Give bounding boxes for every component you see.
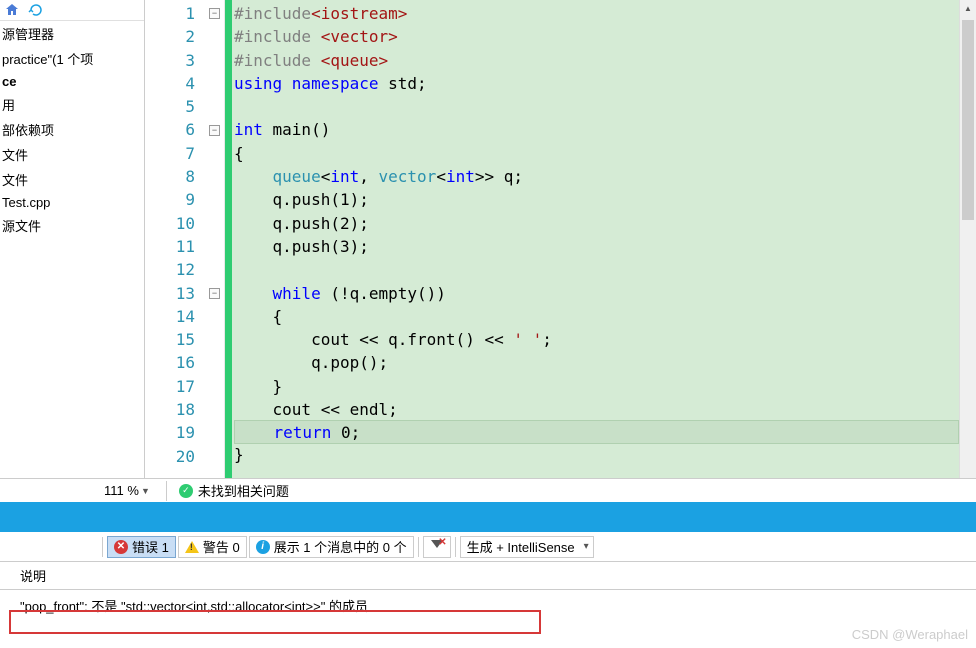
grid-header-description[interactable]: 说明: [0, 562, 976, 590]
zoom-value: 111 %: [104, 483, 139, 498]
sidebar-item[interactable]: 源文件: [0, 213, 144, 238]
warnings-count: 警告 0: [203, 537, 240, 556]
code-content[interactable]: #include<iostream>#include <vector>#incl…: [232, 0, 959, 478]
sidebar-item[interactable]: 文件: [0, 167, 144, 192]
panel-divider: [0, 502, 976, 532]
sidebar-item[interactable]: ce: [0, 71, 144, 92]
sidebar-item[interactable]: 用: [0, 92, 144, 117]
filter-clear-icon: ✕: [430, 540, 444, 554]
no-issues-label: 未找到相关问题: [198, 481, 289, 500]
info-icon: i: [256, 540, 270, 554]
messages-filter-button[interactable]: i 展示 1 个消息中的 0 个: [249, 536, 414, 558]
chevron-down-icon: ▼: [141, 486, 150, 496]
no-issues-status[interactable]: ✓ 未找到相关问题: [179, 481, 289, 500]
scrollbar-thumb[interactable]: [962, 20, 974, 220]
fold-gutter[interactable]: − − −: [205, 0, 225, 478]
error-icon: ✕: [114, 540, 128, 554]
zoom-dropdown[interactable]: 111 % ▼: [100, 481, 154, 500]
watermark: CSDN @Weraphael: [852, 627, 968, 642]
project-node[interactable]: practice"(1 个项: [0, 46, 144, 71]
errors-count: 错误 1: [132, 537, 169, 556]
warning-icon: [185, 541, 199, 553]
solution-explorer: 源管理器 practice"(1 个项 ce用部依赖项文件文件Test.cpp源…: [0, 0, 145, 478]
fold-toggle[interactable]: −: [209, 288, 220, 299]
errors-filter-button[interactable]: ✕ 错误 1: [107, 536, 176, 558]
home-icon[interactable]: [4, 2, 20, 18]
scroll-up-arrow[interactable]: ▲: [960, 0, 976, 17]
build-dropdown-label: 生成 + IntelliSense: [467, 537, 575, 556]
error-list-panel: ✕ 错误 1 警告 0 i 展示 1 个消息中的 0 个 ✕ 生成 + Inte…: [0, 532, 976, 621]
clear-filter-button[interactable]: ✕: [423, 536, 451, 558]
vertical-scrollbar[interactable]: ▲: [959, 0, 976, 478]
sidebar-item[interactable]: 文件: [0, 142, 144, 167]
warnings-filter-button[interactable]: 警告 0: [178, 536, 247, 558]
sidebar-item[interactable]: Test.cpp: [0, 192, 144, 213]
code-editor[interactable]: 1234567891011121314151617181920 − − − #inc…: [145, 0, 976, 478]
fold-toggle[interactable]: −: [209, 8, 220, 19]
change-indicator-bar: [225, 0, 232, 478]
editor-status-bar: 111 % ▼ ✓ 未找到相关问题: [0, 478, 976, 502]
error-row[interactable]: "pop_front": 不是 "std::vector<int,std::al…: [0, 590, 976, 621]
error-toolbar: ✕ 错误 1 警告 0 i 展示 1 个消息中的 0 个 ✕ 生成 + Inte…: [0, 532, 976, 562]
sidebar-item[interactable]: 部依赖项: [0, 117, 144, 142]
checkmark-icon: ✓: [179, 484, 193, 498]
explorer-title: 源管理器: [0, 21, 144, 46]
refresh-icon[interactable]: [28, 2, 44, 18]
fold-toggle[interactable]: −: [209, 125, 220, 136]
build-source-dropdown[interactable]: 生成 + IntelliSense: [460, 536, 594, 558]
line-number-gutter: 1234567891011121314151617181920: [145, 0, 205, 478]
messages-count: 展示 1 个消息中的 0 个: [274, 537, 407, 556]
